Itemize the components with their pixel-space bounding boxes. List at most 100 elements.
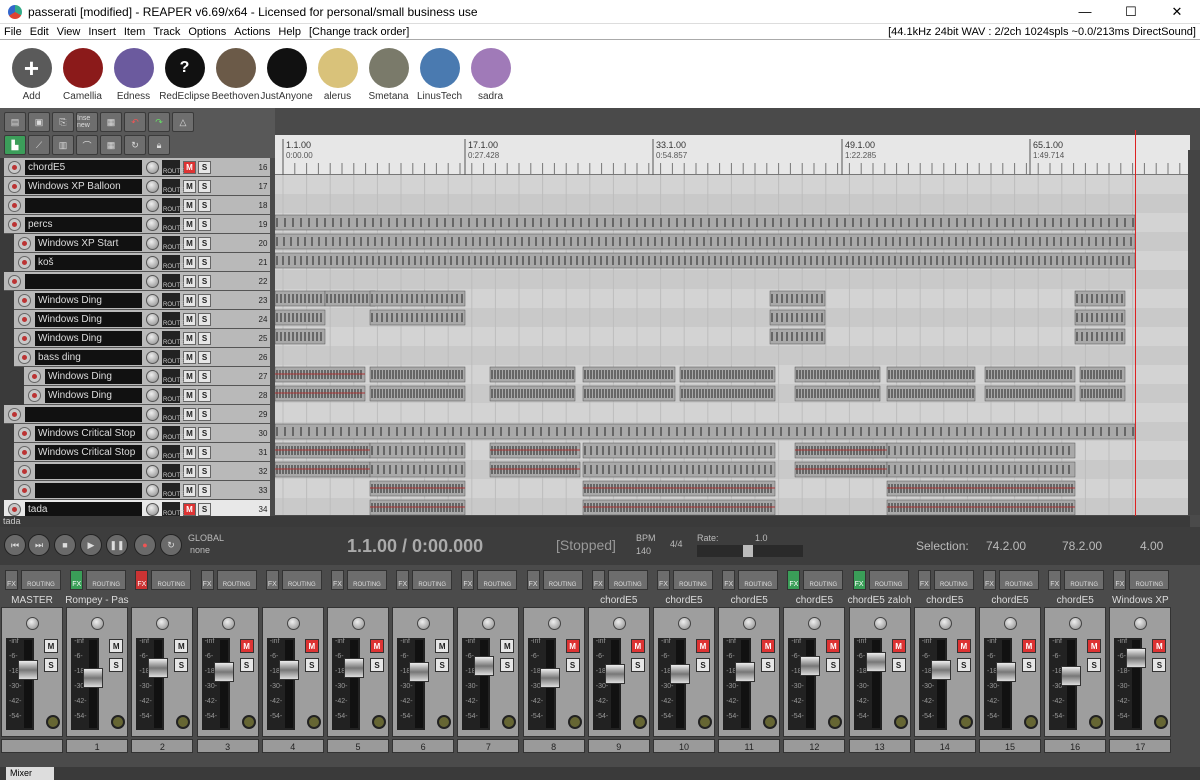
fx-button[interactable]: FX: [787, 570, 801, 590]
mute-button[interactable]: M: [183, 483, 196, 497]
fader-cap[interactable]: [148, 658, 169, 678]
route-button[interactable]: ROUTE: [162, 235, 184, 251]
time-display[interactable]: 1.1.00 / 0:00.000: [347, 536, 483, 557]
strip-name[interactable]: chordE5: [978, 595, 1042, 606]
mute-button[interactable]: M: [183, 160, 196, 174]
avatar[interactable]: [266, 48, 307, 88]
fx-button[interactable]: FX: [983, 570, 996, 590]
record-arm-button[interactable]: [8, 407, 21, 421]
stop-icon[interactable]: ■: [54, 534, 76, 556]
mute-button[interactable]: M: [183, 407, 196, 421]
avatar[interactable]: [113, 48, 154, 88]
track-name[interactable]: [25, 406, 142, 422]
pan-knob[interactable]: [26, 617, 39, 630]
solo-button[interactable]: S: [198, 464, 211, 478]
solo-button[interactable]: S: [435, 658, 450, 672]
strip-name[interactable]: chordE5: [913, 595, 977, 606]
record-arm-button[interactable]: [8, 217, 21, 231]
ripple-edit-icon[interactable]: ⟋: [28, 135, 50, 155]
volume-fader[interactable]: [148, 640, 169, 728]
volume-knob[interactable]: [146, 369, 159, 383]
fx-button[interactable]: FX: [852, 570, 866, 590]
track-name[interactable]: Windows Ding: [45, 368, 142, 384]
fx-button[interactable]: FX: [265, 570, 279, 590]
lock-icon[interactable]: 🔒︎: [148, 135, 170, 155]
fader-cap[interactable]: [83, 668, 104, 688]
fx-button[interactable]: FX: [591, 570, 605, 590]
mixer-tab[interactable]: Mixer: [6, 767, 54, 780]
routing-button[interactable]: ROUTING: [999, 570, 1039, 590]
avatar[interactable]: ?: [164, 48, 205, 88]
volume-knob[interactable]: [146, 350, 159, 364]
track-row[interactable]: Windows XP Balloon ROUTE M S 17: [4, 177, 270, 196]
collaborator-justanyone[interactable]: JustAnyone: [260, 40, 313, 102]
menu-track[interactable]: Track: [149, 26, 184, 38]
routing-button[interactable]: ROUTING: [86, 570, 127, 590]
strip-name[interactable]: Windows XP: [1108, 595, 1172, 606]
collaborator-smetana[interactable]: Smetana: [363, 40, 414, 102]
fx-button[interactable]: FX: [917, 570, 931, 590]
record-arm-icon[interactable]: [46, 715, 60, 729]
group-icon[interactable]: ▥: [52, 135, 74, 155]
fx-button[interactable]: FX: [396, 570, 410, 590]
track-name[interactable]: koš: [35, 254, 142, 270]
fader-cap[interactable]: [213, 662, 234, 682]
mute-button[interactable]: M: [183, 198, 196, 212]
solo-button[interactable]: S: [198, 293, 211, 307]
volume-knob[interactable]: [146, 255, 159, 269]
volume-fader[interactable]: [278, 640, 299, 728]
route-button[interactable]: ROUTE: [162, 254, 184, 270]
fx-button[interactable]: FX: [722, 570, 736, 590]
volume-knob[interactable]: [146, 312, 159, 326]
global-automation-select[interactable]: none: [190, 545, 210, 555]
mute-button[interactable]: M: [44, 639, 58, 653]
mute-button[interactable]: M: [761, 639, 776, 653]
mute-button[interactable]: M: [696, 639, 710, 653]
route-button[interactable]: ROUTE: [162, 178, 184, 194]
solo-button[interactable]: S: [1022, 658, 1036, 672]
track-row[interactable]: Windows Critical Stop ROUTE M S 30: [14, 424, 270, 443]
volume-fader[interactable]: [865, 640, 886, 728]
record-arm-button[interactable]: [8, 160, 21, 174]
record-arm-icon[interactable]: [241, 715, 256, 729]
grid-snap-icon[interactable]: ▙: [4, 135, 26, 155]
bpm-value[interactable]: 140: [636, 546, 651, 556]
mute-button[interactable]: M: [183, 312, 196, 326]
routing-button[interactable]: ROUTING: [151, 570, 192, 590]
minimize-button[interactable]: —: [1062, 0, 1108, 24]
volume-knob[interactable]: [146, 407, 159, 421]
add-user-icon[interactable]: +: [11, 48, 52, 88]
mute-button[interactable]: M: [956, 639, 971, 653]
record-arm-icon[interactable]: [372, 715, 386, 729]
selection-length[interactable]: 4.00: [1140, 539, 1163, 553]
collaborator-linustech[interactable]: LinusTech: [414, 40, 465, 102]
grid-icon[interactable]: ▦: [100, 135, 122, 155]
solo-button[interactable]: S: [630, 658, 645, 672]
track-name[interactable]: percs: [25, 216, 142, 232]
maximize-button[interactable]: ☐: [1108, 0, 1154, 24]
routing-button[interactable]: ROUTING: [542, 570, 583, 590]
volume-knob[interactable]: [146, 426, 159, 440]
record-arm-icon[interactable]: [567, 715, 582, 729]
menu-insert[interactable]: Insert: [84, 26, 120, 38]
avatar[interactable]: [62, 48, 103, 88]
routing-button[interactable]: ROUTING: [738, 570, 779, 590]
avatar[interactable]: [368, 48, 409, 88]
menu-item[interactable]: Item: [120, 26, 149, 38]
track-row[interactable]: Windows Ding ROUTE M S 23: [14, 291, 270, 310]
track-row[interactable]: ROUTE M S 18: [4, 196, 270, 215]
track-row[interactable]: ROUTE M S 33: [14, 481, 270, 500]
routing-button[interactable]: ROUTING: [1064, 570, 1105, 590]
mute-button[interactable]: M: [183, 274, 196, 288]
volume-knob[interactable]: [146, 217, 159, 231]
pan-knob[interactable]: [221, 617, 235, 630]
solo-button[interactable]: S: [174, 658, 189, 672]
track-name[interactable]: Windows Ding: [35, 330, 142, 346]
strip-name[interactable]: chordE5: [1043, 595, 1107, 606]
solo-button[interactable]: S: [696, 658, 710, 672]
route-button[interactable]: ROUTE: [162, 292, 184, 308]
routing-button[interactable]: ROUTING: [803, 570, 844, 590]
undo-icon[interactable]: ↶: [124, 112, 146, 132]
strip-name[interactable]: chordE5 zaloh: [848, 595, 912, 606]
fx-button[interactable]: FX: [135, 570, 149, 590]
